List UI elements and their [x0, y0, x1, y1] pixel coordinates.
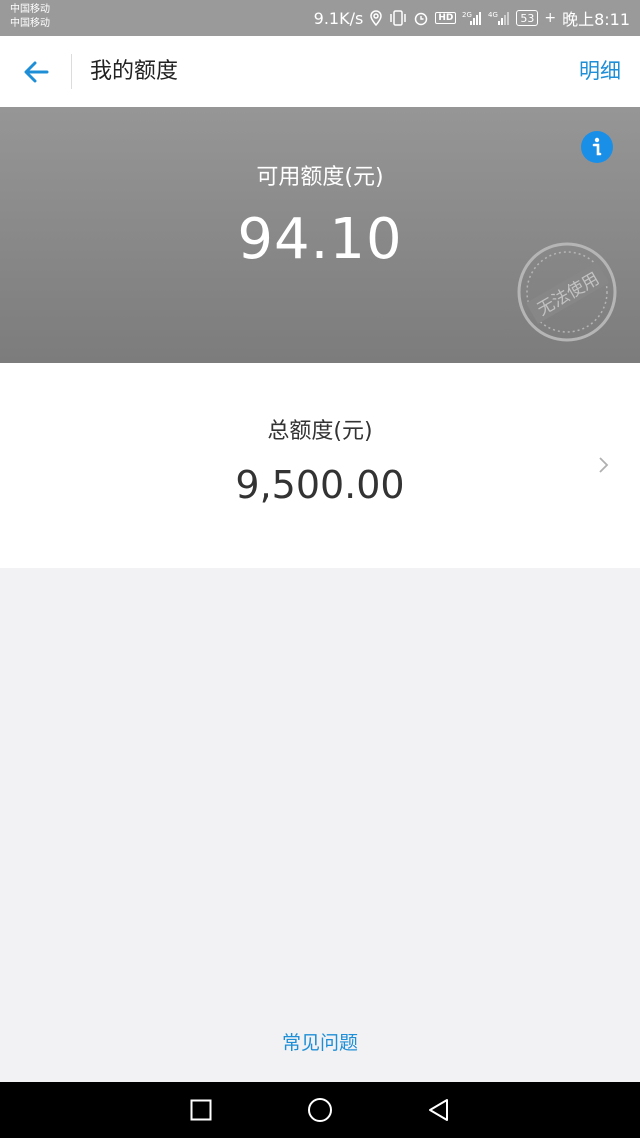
status-bar: 中国移动 中国移动 9.1K/s HD 2G 4G 53 + 晚上8:11 — [0, 0, 640, 36]
square-icon — [190, 1099, 212, 1121]
info-icon — [592, 137, 602, 156]
available-quota-card: 可用额度(元) 94.10 无法使用 — [0, 107, 640, 363]
triangle-back-icon — [429, 1099, 448, 1121]
carrier-2: 中国移动 — [10, 18, 50, 29]
nav-divider — [71, 54, 72, 89]
available-quota-label: 可用额度(元) — [256, 165, 384, 190]
home-button[interactable] — [306, 1096, 334, 1124]
battery-level: 53 — [520, 11, 535, 25]
network-2-label: 4G — [488, 11, 498, 19]
chevron-right-icon — [599, 457, 609, 473]
net-speed: 9.1K/s — [313, 8, 364, 28]
page-title: 我的额度 — [90, 59, 179, 84]
faq-link[interactable]: 常见问题 — [0, 1028, 640, 1055]
info-button[interactable] — [581, 131, 613, 163]
circle-icon — [308, 1098, 332, 1122]
hd-badge: HD — [435, 12, 457, 24]
vibrate-icon — [389, 10, 407, 26]
back-button[interactable] — [16, 53, 56, 91]
alarm-icon — [413, 10, 429, 26]
signal-icon-1: 2G — [462, 10, 482, 26]
detail-link[interactable]: 明细 — [579, 36, 621, 107]
back-system-button[interactable] — [425, 1096, 453, 1124]
system-nav-bar — [0, 1082, 640, 1138]
network-1-label: 2G — [462, 11, 472, 19]
carrier-1: 中国移动 — [10, 4, 50, 15]
signal-icon-2: 4G — [488, 10, 510, 26]
arrow-left-icon — [24, 61, 49, 83]
recent-apps-button[interactable] — [187, 1096, 215, 1124]
total-quota-label: 总额度(元) — [267, 419, 373, 444]
clock: 晚上8:11 — [562, 10, 630, 29]
total-quota-row[interactable]: 总额度(元) 9,500.00 — [0, 363, 640, 568]
status-icons: 9.1K/s HD 2G 4G 53 + 晚上8:11 — [314, 0, 630, 36]
carrier-labels: 中国移动 中国移动 — [10, 3, 50, 31]
location-icon — [369, 10, 383, 26]
nav-bar: 我的额度 明细 — [0, 36, 640, 108]
battery-icon: 53 — [516, 10, 539, 26]
total-quota-value: 9,500.00 — [235, 463, 405, 507]
charging-icon: + — [544, 10, 557, 26]
